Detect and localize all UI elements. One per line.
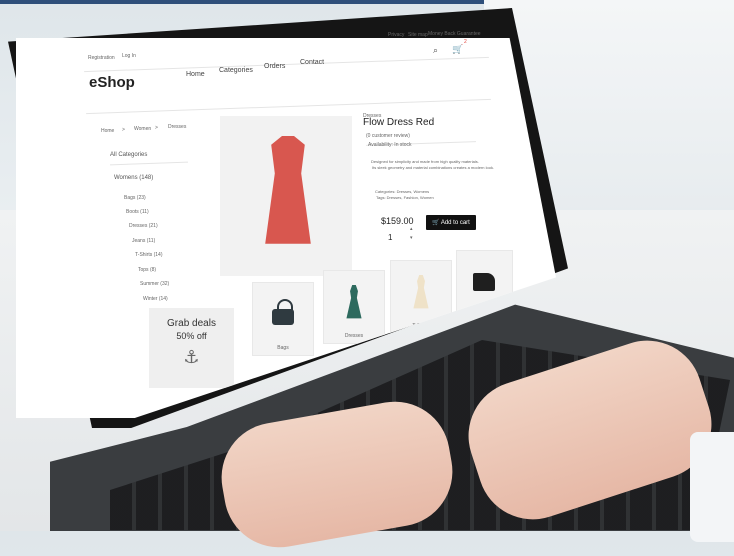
breadcrumb-home[interactable]: Home: [101, 128, 114, 134]
product-description-1: Designed for simplicity and made from hi…: [371, 159, 479, 164]
sidebar-item-boots[interactable]: Boots (11): [126, 209, 149, 215]
account-link-registration[interactable]: Registration: [88, 55, 115, 61]
promo-line2: 50% off: [176, 331, 207, 341]
sidebar-item-tshirts[interactable]: T-Shirts (14): [135, 252, 163, 258]
product-availability: Availability: In stock: [368, 142, 412, 148]
sidebar-item-summer[interactable]: Summer (32): [140, 281, 169, 287]
dress-icon: [346, 285, 362, 319]
cart-badge: 2: [464, 39, 467, 45]
header-bottom-divider: [86, 98, 491, 115]
search-icon[interactable]: ⌕: [433, 45, 438, 56]
product-meta-2: Tags: Dresses, Fashion, Women: [376, 195, 434, 200]
sidebar-item-winter[interactable]: Winter (14): [143, 296, 168, 302]
sidebar-item-tops[interactable]: Tops (8): [138, 267, 156, 273]
product-description-2: Its sleek geometry and material combinat…: [372, 165, 495, 170]
breadcrumb-separator: >: [122, 127, 125, 133]
related-card-bags[interactable]: Bags: [252, 282, 314, 356]
quantity-down-icon[interactable]: ▾: [410, 235, 413, 241]
nav-contact[interactable]: Contact: [300, 59, 324, 66]
add-to-cart-button[interactable]: 🛒 Add to cart: [426, 215, 476, 230]
handbag-icon: [272, 299, 294, 325]
top-link-guarantee[interactable]: Money Back Guarantee: [428, 31, 481, 37]
sidebar-all-categories[interactable]: All Categories: [110, 152, 147, 158]
sidebar-women[interactable]: Womens (148): [114, 175, 153, 181]
dress-icon: [413, 275, 429, 309]
quantity-value[interactable]: 1: [388, 233, 392, 242]
product-price: $159.00: [381, 216, 414, 226]
product-title: Flow Dress Red: [363, 117, 435, 128]
anchor-icon: ⚓: [183, 347, 200, 367]
quantity-up-icon[interactable]: ▴: [410, 226, 413, 232]
nav-home[interactable]: Home: [186, 71, 205, 78]
shirt-cuff: [690, 432, 734, 542]
sidebar-item-bags[interactable]: Bags (23): [124, 195, 146, 201]
cart-icon: 🛒: [432, 220, 440, 226]
related-card-tshirts[interactable]: T-Shirts: [390, 260, 452, 334]
laptop: Privacy Site map Money Back Guarantee Re…: [0, 0, 734, 556]
breadcrumb-separator: >: [155, 125, 158, 131]
related-label: Bags: [277, 345, 289, 351]
nav-categories[interactable]: Categories: [219, 67, 253, 74]
account-link-login[interactable]: Log In: [122, 53, 136, 59]
promo-line1: Grab deals: [167, 318, 216, 329]
top-link-sitemap[interactable]: Site map: [408, 32, 428, 38]
promo-banner[interactable]: Grab deals 50% off ⚓: [149, 308, 234, 388]
sidebar-item-dresses[interactable]: Dresses (21): [129, 223, 158, 229]
breadcrumb-dresses[interactable]: Dresses: [168, 124, 186, 130]
related-card-dresses[interactable]: Dresses: [323, 270, 385, 344]
cart-icon[interactable]: 🛒: [452, 44, 463, 55]
product-meta-1: Categories: Dresses, Womens: [375, 189, 430, 194]
product-reviews[interactable]: (0 customer review): [366, 133, 410, 139]
header-divider: [84, 56, 489, 73]
add-to-cart-label: Add to cart: [440, 220, 470, 226]
boots-icon: [473, 273, 495, 291]
top-link-privacy[interactable]: Privacy: [388, 32, 404, 38]
sidebar-item-jeans[interactable]: Jeans (11): [132, 238, 155, 244]
related-label: T-Shirts: [412, 323, 430, 329]
site-logo[interactable]: eShop: [89, 74, 135, 91]
breadcrumb-women[interactable]: Women: [134, 126, 151, 132]
nav-orders[interactable]: Orders: [264, 63, 285, 70]
sidebar-divider: [110, 161, 188, 166]
